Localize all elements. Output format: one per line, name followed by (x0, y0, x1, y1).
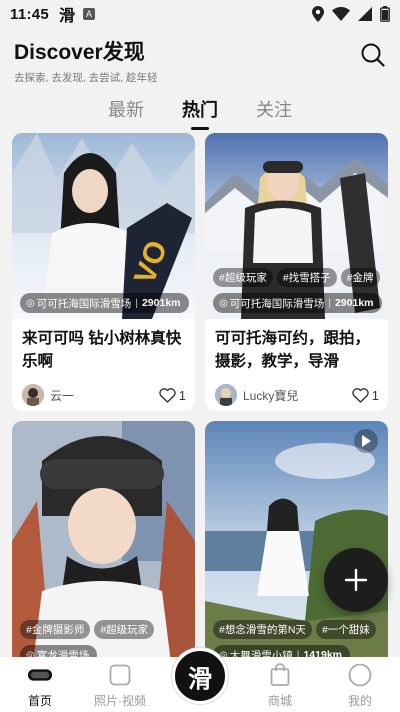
profile-circle-icon (347, 662, 373, 688)
post-title[interactable]: 来可可吗 钻小树林真快乐啊 (22, 327, 186, 373)
square-icon (107, 662, 133, 688)
nav-home-label: 首页 (27, 694, 52, 708)
username[interactable]: 云一 (50, 387, 74, 404)
nav-shop[interactable]: 商城 (240, 657, 320, 712)
distance: 2901km (141, 297, 181, 309)
post-meta: 云一 1 (22, 383, 186, 407)
location-name: 太舞滑雪小镇 (229, 649, 293, 658)
tag-row: #超级玩家 #找雪搭子 #金牌 (213, 268, 380, 287)
post-body: 来可可吗 钻小树林真快乐啊 云一 1 (12, 319, 195, 411)
add-post-button[interactable] (324, 548, 388, 612)
location-badge: ◎ 富龙滑雪场 (20, 645, 98, 658)
page-subtitle: 去探索, 去发现, 去尝试, 趁年轻 (14, 72, 158, 84)
tag-chip[interactable]: #一个甜妹 (315, 620, 376, 639)
post-card[interactable]: #想念滑雪的第N天 #一个甜妹 ◎ 太舞滑雪小镇 | 1419km (205, 421, 388, 657)
tab-hot[interactable]: 热门 (182, 96, 218, 130)
plus-icon (344, 568, 368, 592)
avatar[interactable] (22, 384, 44, 406)
post-card[interactable]: #超级玩家 #找雪搭子 #金牌 ◎ 可可托海国际滑雪场 | 2901km 可可托… (205, 133, 388, 411)
heart-icon (159, 387, 176, 403)
divider: | (135, 297, 138, 309)
mountain-snowboard-photo (205, 133, 388, 319)
location-name: 可可托海国际滑雪场 (36, 297, 132, 310)
nav-profile[interactable]: 我的 (320, 657, 400, 712)
post-title[interactable]: 可可托海可约，跟拍，摄影，教学，导滑 (215, 327, 379, 373)
avatar[interactable] (215, 384, 237, 406)
post-card[interactable]: #金牌摄影师 #超级玩家 ◎ 富龙滑雪场 (12, 421, 195, 657)
status-time: 11:45 (10, 5, 50, 23)
tag-row: #想念滑雪的第N天 #一个甜妹 (213, 620, 376, 639)
location-pin-icon: ◎ (219, 297, 228, 309)
location-badge: ◎ 太舞滑雪小镇 | 1419km (213, 645, 351, 658)
distance: 1419km (303, 649, 343, 657)
nav-profile-label: 我的 (347, 694, 372, 708)
tag-chip[interactable]: #超级玩家 (94, 620, 155, 639)
tag-chip[interactable]: #想念滑雪的第N天 (213, 620, 312, 639)
distance: 2901km (334, 297, 374, 309)
tag-row: #金牌摄影师 #超级玩家 (20, 620, 155, 639)
like-count: 1 (371, 387, 379, 403)
location-icon (312, 6, 324, 22)
nav-home[interactable]: 首页 (0, 657, 80, 712)
search-button[interactable] (360, 42, 386, 68)
like-button[interactable]: 1 (352, 388, 379, 403)
username[interactable]: Lucky寶兒 (243, 387, 298, 404)
shopping-bag-icon (267, 662, 293, 688)
nav-media[interactable]: 照片·视频 (80, 657, 160, 712)
tag-chip[interactable]: #找雪搭子 (276, 268, 337, 287)
divider: | (328, 297, 331, 309)
location-badge: ◎ 可可托海国际滑雪场 | 2901km (213, 293, 382, 313)
tag-chip[interactable]: #金牌 (340, 268, 380, 287)
location-pin-icon: ◎ (26, 649, 35, 658)
post-card[interactable]: VO ◎ 可可托海国际滑雪场 | 2901km 来可可吗 钻小树林真快乐啊 云一 (12, 133, 195, 411)
post-photo[interactable]: VO ◎ 可可托海国际滑雪场 | 2901km (12, 133, 195, 319)
nav-media-label: 照片·视频 (94, 694, 146, 708)
goggles-icon (27, 662, 53, 688)
app-notification-icon: 滑 (59, 8, 76, 25)
signal-icon (358, 7, 372, 21)
tag-chip[interactable]: #超级玩家 (213, 268, 273, 287)
heart-icon (352, 387, 369, 403)
center-slide-button[interactable]: 滑 (172, 648, 228, 704)
battery-icon (380, 6, 390, 22)
post-photo[interactable]: #金牌摄影师 #超级玩家 ◎ 富龙滑雪场 (12, 421, 195, 657)
a-notification-icon: A (83, 8, 96, 20)
snow-forest-photo: VO (12, 133, 195, 319)
post-meta: Lucky寶兒 1 (215, 383, 379, 407)
location-name: 富龙滑雪场 (36, 649, 90, 658)
page-header: Discover发现 去探索, 去发现, 去尝试, 趁年轻 (14, 36, 158, 85)
location-name: 可可托海国际滑雪场 (229, 297, 325, 310)
divider: | (296, 649, 300, 657)
post-photo[interactable]: #超级玩家 #找雪搭子 #金牌 ◎ 可可托海国际滑雪场 | 2901km (205, 133, 388, 319)
status-bar: 11:45 滑 A (0, 0, 400, 28)
tab-latest[interactable]: 最新 (108, 96, 144, 130)
app-screen: 11:45 滑 A Discover发现 去探索, 去发现, 去尝试, 趁年轻 … (0, 0, 400, 712)
location-pin-icon: ◎ (26, 297, 35, 309)
tag-chip[interactable]: #金牌摄影师 (20, 620, 91, 639)
play-icon (362, 435, 371, 447)
nav-shop-label: 商城 (267, 694, 292, 708)
post-body: 可可托海可约，跟拍，摄影，教学，导滑 Lucky寶兒 1 (205, 319, 388, 411)
video-play-button[interactable] (354, 429, 378, 453)
location-badge: ◎ 可可托海国际滑雪场 | 2901km (20, 293, 189, 313)
like-count: 1 (178, 387, 186, 403)
search-icon (361, 43, 385, 67)
tab-following[interactable]: 关注 (256, 96, 292, 130)
like-button[interactable]: 1 (159, 388, 186, 403)
feed-tabs: 最新 热门 关注 (0, 96, 400, 130)
post-photo[interactable]: #想念滑雪的第N天 #一个甜妹 ◎ 太舞滑雪小镇 | 1419km (205, 421, 388, 657)
page-title: Discover发现 (14, 41, 145, 64)
wifi-icon (332, 7, 350, 21)
